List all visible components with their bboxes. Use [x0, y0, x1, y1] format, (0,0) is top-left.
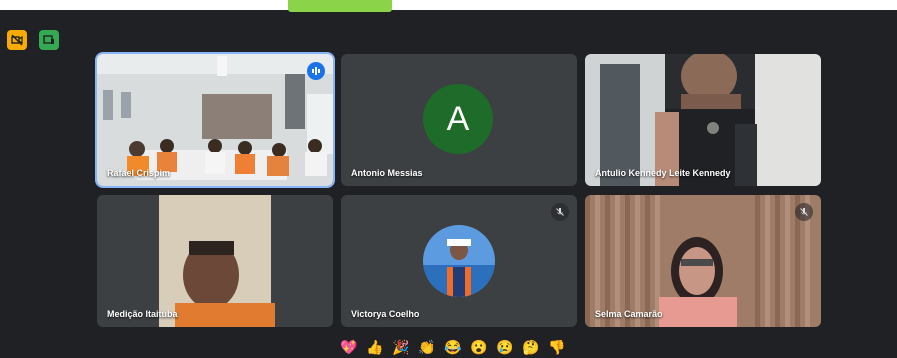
reaction-thinking-button[interactable]: 🤔	[521, 337, 541, 357]
reaction-sad-button[interactable]: 😢	[495, 337, 515, 357]
audio-wave-icon	[312, 67, 320, 75]
avatar	[423, 225, 495, 297]
participant-name: Victorya Coelho	[351, 309, 420, 319]
video-feed-man-portrait	[97, 195, 333, 327]
video-feed-woman-portrait	[585, 195, 821, 327]
participant-tile-rafael[interactable]: Rafael Crispim	[97, 54, 333, 186]
speaking-indicator	[307, 62, 325, 80]
participant-name: Selma Camarão	[595, 309, 663, 319]
video-feed-uniformed-man	[585, 54, 821, 186]
avatar: A	[423, 84, 493, 154]
reaction-thumbs-down-button[interactable]: 👎	[547, 337, 567, 357]
mic-off-icon	[800, 208, 808, 216]
avatar-photo-worker	[423, 225, 495, 297]
participant-tile-victorya[interactable]: Victorya Coelho	[341, 195, 577, 327]
reaction-surprised-button[interactable]: 😮	[469, 337, 489, 357]
reaction-laugh-button[interactable]: 😂	[443, 337, 463, 357]
participant-name: Rafael Crispim	[107, 168, 171, 178]
reaction-thumbs-up-button[interactable]: 👍	[365, 337, 385, 357]
camera-off-button[interactable]	[7, 30, 27, 50]
participant-name: Medição Itaituba	[107, 309, 178, 319]
top-green-tab	[288, 0, 392, 12]
participant-tile-selma[interactable]: Selma Camarão	[585, 195, 821, 327]
reaction-clap-button[interactable]: 👏	[417, 337, 437, 357]
muted-indicator	[795, 203, 813, 221]
participant-name: Antulio Kennedy Leite Kennedy	[595, 168, 731, 178]
present-screen-button[interactable]	[39, 30, 59, 50]
participant-tile-medicao[interactable]: Medição Itaituba	[97, 195, 333, 327]
camera-off-icon	[11, 34, 23, 46]
mic-off-icon	[556, 208, 564, 216]
reaction-heart-button[interactable]: 💖	[339, 337, 359, 357]
participant-tile-antulio[interactable]: Antulio Kennedy Leite Kennedy	[585, 54, 821, 186]
video-feed-meeting-room	[97, 54, 333, 186]
muted-indicator	[551, 203, 569, 221]
reaction-party-button[interactable]: 🎉	[391, 337, 411, 357]
participant-name: Antonio Messias	[351, 168, 423, 178]
participant-tile-antonio[interactable]: A Antonio Messias	[341, 54, 577, 186]
present-screen-icon	[43, 35, 54, 44]
meeting-window: Rafael Crispim A Antonio Messias Antulio…	[0, 10, 897, 358]
reactions-bar: 💖 👍 🎉 👏 😂 😮 😢 🤔 👎	[339, 336, 567, 358]
